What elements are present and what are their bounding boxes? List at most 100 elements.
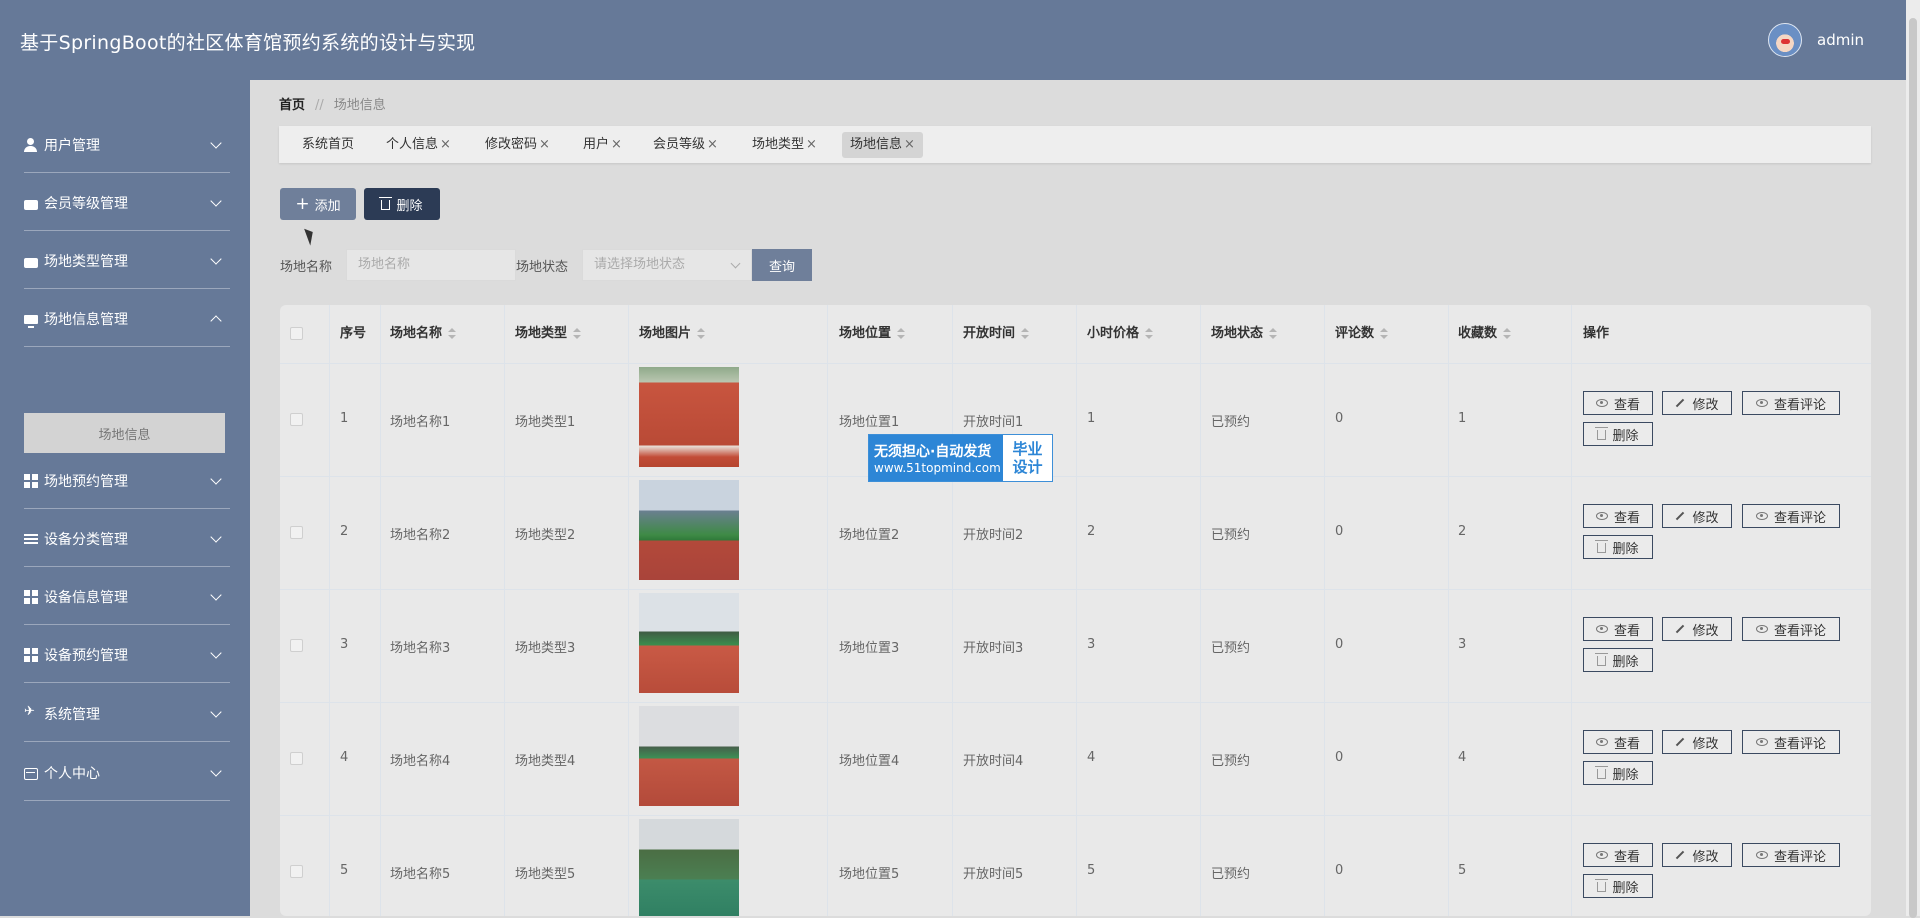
edit-button[interactable]: 修改 (1662, 504, 1732, 528)
sidebar-item-user-management[interactable]: 用户管理 (24, 118, 230, 173)
page-scrollbar[interactable] (1906, 0, 1920, 918)
sidebar-item-member-level[interactable]: 会员等级管理 (24, 176, 230, 231)
tab-member-level[interactable]: 会员等级 × (645, 132, 726, 158)
edit-button[interactable]: 修改 (1662, 730, 1732, 754)
view-button[interactable]: 查看 (1583, 843, 1653, 867)
venue-image[interactable] (639, 819, 739, 916)
view-button[interactable]: 查看 (1583, 391, 1653, 415)
tab-venue-type[interactable]: 场地类型 × (744, 132, 825, 158)
sort-icon[interactable] (697, 327, 706, 340)
close-icon[interactable]: × (539, 137, 550, 152)
breadcrumb-home[interactable]: 首页 (279, 98, 305, 113)
view-comments-button[interactable]: 查看评论 (1742, 617, 1840, 641)
delete-button[interactable]: 删除 (364, 188, 440, 220)
venue-status-label: 场地状态 (516, 260, 569, 275)
cell-location: 场地位置2 (839, 528, 900, 543)
delete-row-button[interactable]: 删除 (1583, 761, 1653, 785)
row-checkbox[interactable] (290, 752, 303, 765)
breadcrumb-current: 场地信息 (333, 98, 386, 113)
cell-open-time: 开放时间2 (963, 528, 1024, 543)
delete-row-button[interactable]: 删除 (1583, 874, 1653, 898)
view-comments-button[interactable]: 查看评论 (1742, 843, 1840, 867)
sidebar-item-label: 个人中心 (44, 766, 100, 782)
close-icon[interactable]: × (440, 137, 451, 152)
delete-row-button[interactable]: 删除 (1583, 648, 1653, 672)
sort-icon[interactable] (897, 327, 906, 340)
venue-image[interactable] (639, 593, 739, 693)
sort-icon[interactable] (448, 327, 457, 340)
close-icon[interactable]: × (904, 137, 915, 152)
select-all-checkbox[interactable] (290, 327, 303, 340)
edit-icon (1676, 737, 1685, 747)
query-button[interactable]: 查询 (752, 249, 812, 281)
add-button[interactable]: + 添加 (280, 188, 356, 220)
header-price[interactable]: 小时价格 (1087, 305, 1154, 363)
user-name[interactable]: admin (1817, 31, 1864, 49)
view-comments-button[interactable]: 查看评论 (1742, 391, 1840, 415)
close-icon[interactable]: × (806, 137, 817, 152)
sidebar-item-equipment-info[interactable]: 设备信息管理 (24, 570, 230, 625)
avatar[interactable] (1768, 23, 1802, 57)
sidebar-item-label: 设备信息管理 (44, 590, 128, 606)
header-status[interactable]: 场地状态 (1211, 305, 1278, 363)
header-name[interactable]: 场地名称 (390, 305, 457, 363)
venue-status-placeholder: 请选择场地状态 (594, 257, 686, 272)
chevron-down-icon (210, 647, 222, 659)
sort-icon[interactable] (1380, 327, 1389, 340)
user-menu[interactable]: admin (1768, 23, 1864, 57)
sidebar-item-system[interactable]: 系统管理 (24, 687, 230, 742)
tab-label: 会员等级 (653, 137, 706, 152)
sidebar-item-venue-type[interactable]: 场地类型管理 (24, 234, 230, 289)
submenu-item-venue-info[interactable]: 场地信息 (24, 413, 225, 453)
close-icon[interactable]: × (707, 137, 718, 152)
action-label: 删除 (1612, 767, 1639, 783)
tab-change-password[interactable]: 修改密码 × (477, 132, 558, 158)
action-label: 修改 (1692, 397, 1719, 413)
tab-personal-info[interactable]: 个人信息 × (378, 132, 459, 158)
venue-status-select[interactable]: 请选择场地状态 (582, 249, 752, 281)
tab-user[interactable]: 用户 × (575, 132, 630, 158)
edit-button[interactable]: 修改 (1662, 843, 1732, 867)
view-button[interactable]: 查看 (1583, 617, 1653, 641)
sort-icon[interactable] (1145, 327, 1154, 340)
sidebar-item-equipment-booking[interactable]: 设备预约管理 (24, 628, 230, 683)
delete-row-button[interactable]: 删除 (1583, 535, 1653, 559)
edit-button[interactable]: 修改 (1662, 617, 1732, 641)
sidebar-item-equipment-category[interactable]: 设备分类管理 (24, 512, 230, 567)
sort-icon[interactable] (573, 327, 582, 340)
delete-row-button[interactable]: 删除 (1583, 422, 1653, 446)
row-checkbox[interactable] (290, 526, 303, 539)
view-button[interactable]: 查看 (1583, 504, 1653, 528)
sidebar-item-venue-booking[interactable]: 场地预约管理 (24, 454, 230, 509)
action-label: 查看 (1613, 397, 1640, 413)
tab-home[interactable]: 系统首页 (294, 132, 362, 158)
cell-status: 已预约 (1211, 754, 1251, 769)
header-type[interactable]: 场地类型 (515, 305, 582, 363)
header-image[interactable]: 场地图片 (639, 305, 706, 363)
edit-button[interactable]: 修改 (1662, 391, 1732, 415)
header-location[interactable]: 场地位置 (839, 305, 906, 363)
venue-image[interactable] (639, 367, 739, 467)
tab-venue-info[interactable]: 场地信息 × (842, 132, 923, 158)
header-open-time[interactable]: 开放时间 (963, 305, 1030, 363)
view-comments-button[interactable]: 查看评论 (1742, 504, 1840, 528)
venue-name-input[interactable]: 场地名称 (346, 249, 516, 281)
venue-image[interactable] (639, 480, 739, 580)
close-icon[interactable]: × (611, 137, 622, 152)
sort-icon[interactable] (1269, 327, 1278, 340)
tab-label: 系统首页 (302, 137, 355, 152)
sort-icon[interactable] (1503, 327, 1512, 340)
venue-image[interactable] (639, 706, 739, 806)
view-button[interactable]: 查看 (1583, 730, 1653, 754)
action-label: 查看 (1613, 510, 1640, 526)
sort-icon[interactable] (1021, 327, 1030, 340)
sidebar-item-venue-info[interactable]: 场地信息管理 (24, 292, 230, 347)
scrollbar-thumb[interactable] (1909, 18, 1917, 918)
header-favorites[interactable]: 收藏数 (1458, 305, 1512, 363)
row-checkbox[interactable] (290, 639, 303, 652)
view-comments-button[interactable]: 查看评论 (1742, 730, 1840, 754)
row-checkbox[interactable] (290, 865, 303, 878)
header-comments[interactable]: 评论数 (1335, 305, 1389, 363)
row-checkbox[interactable] (290, 413, 303, 426)
sidebar-item-personal-center[interactable]: 个人中心 (24, 746, 230, 801)
